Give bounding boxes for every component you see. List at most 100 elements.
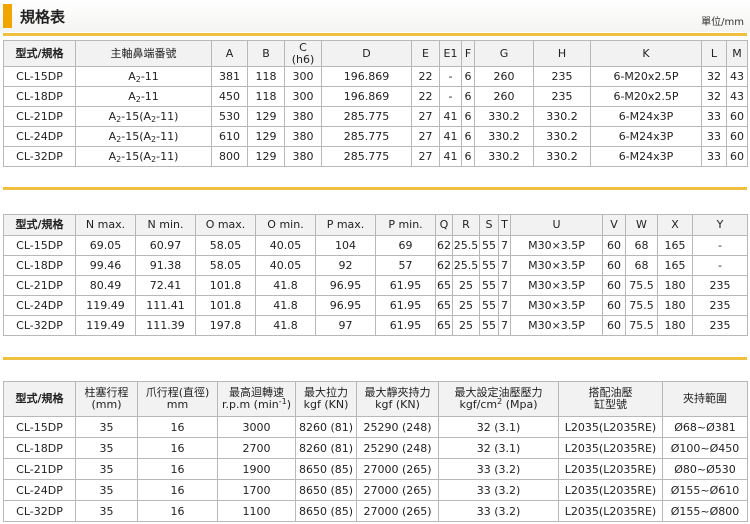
cell-max-speed: 1700 — [217, 479, 296, 501]
cell-model: CL-32DP — [3, 315, 76, 336]
table-row: CL-32DP 35 16 1100 8650 (85) 27000 (265)… — [3, 500, 748, 522]
cell-model: CL-24DP — [3, 295, 76, 316]
header-line: r.p.m (min — [221, 398, 279, 411]
cell-o-min: 40.05 — [255, 235, 316, 256]
cell-w: 68 — [625, 255, 658, 276]
cell-y: 235 — [692, 275, 748, 296]
cell-o-min: 41.8 — [255, 295, 316, 316]
cell-c: 300 — [284, 86, 322, 107]
title-accent-bar — [3, 4, 12, 28]
cell-y: 235 — [692, 295, 748, 316]
cell-p-min: 61.95 — [375, 315, 436, 336]
cell-d: 285.775 — [321, 146, 412, 167]
cell-a: 381 — [211, 66, 248, 87]
cell-plunger-stroke: 35 — [75, 416, 138, 438]
cell-max-pressure: 32 (3.1) — [438, 437, 559, 459]
cell-b: 118 — [247, 86, 285, 107]
cell-g: 330.2 — [474, 106, 534, 127]
cell-n-max: 69.05 — [75, 235, 136, 256]
cell-plunger-stroke: 35 — [75, 437, 138, 459]
cell-p-min: 61.95 — [375, 295, 436, 316]
col-header-y: Y — [692, 214, 748, 236]
cell-w: 75.5 — [625, 275, 658, 296]
col-header-t: T — [498, 214, 511, 236]
cell-g: 260 — [474, 66, 534, 87]
cell-d: 196.869 — [321, 66, 412, 87]
cell-model: CL-32DP — [3, 500, 76, 522]
spec-table-dimensions-1: 型式/規格 主軸鼻端番號 A B C (h6) D E E1 F G H K L … — [3, 40, 748, 167]
cell-o-min: 41.8 — [255, 275, 316, 296]
cell-u: M30×3.5P — [510, 255, 603, 276]
cell-model: CL-15DP — [3, 416, 76, 438]
cell-t: 7 — [498, 255, 511, 276]
col-header-b: B — [247, 40, 285, 67]
cell-q: 62 — [435, 255, 453, 276]
cell-cylinder: L2035(L2035RE) — [558, 437, 663, 459]
cell-max-pull: 8260 (81) — [295, 437, 357, 459]
page-title: 規格表 — [20, 8, 66, 26]
cell-max-pressure: 33 (3.2) — [438, 500, 559, 522]
cell-e: 27 — [411, 106, 440, 127]
spec-table-performance: 型式/規格 柱塞行程 (mm) 爪行程(直徑) mm 最高迴轉速 r.p.m (min… — [3, 381, 748, 522]
separator-line-1 — [3, 187, 747, 190]
col-header-u: U — [510, 214, 603, 236]
cell-k: 6-M20x2.5P — [590, 86, 702, 107]
cell-l: 33 — [701, 146, 727, 167]
cell-b: 129 — [247, 146, 285, 167]
col-header-d: D — [321, 40, 412, 67]
cell-e: 27 — [411, 146, 440, 167]
cell-s: 55 — [479, 235, 499, 256]
cell-max-pull: 8650 (85) — [295, 458, 357, 480]
col-header-p-min: P min. — [375, 214, 436, 236]
spindle-nose-part: -11 — [140, 90, 159, 103]
spindle-nose-part: A — [108, 130, 117, 143]
cell-model: CL-18DP — [3, 86, 76, 107]
cell-plunger-stroke: 35 — [75, 458, 138, 480]
cell-model: CL-24DP — [3, 479, 76, 501]
cell-l: 32 — [701, 86, 727, 107]
col-header-v: V — [602, 214, 626, 236]
cell-model: CL-24DP — [3, 126, 76, 147]
cell-q: 65 — [435, 295, 453, 316]
cell-f: 6 — [461, 106, 475, 127]
cell-w: 68 — [625, 235, 658, 256]
col-header-e1: E1 — [439, 40, 462, 67]
cell-v: 60 — [602, 235, 626, 256]
cell-x: 180 — [657, 275, 693, 296]
cell-model: CL-18DP — [3, 437, 76, 459]
cell-h: 235 — [533, 86, 591, 107]
cell-max-pull: 8260 (81) — [295, 416, 357, 438]
cell-h: 330.2 — [533, 126, 591, 147]
cell-e: 22 — [411, 66, 440, 87]
cell-d: 285.775 — [321, 126, 412, 147]
cell-p-max: 104 — [315, 235, 376, 256]
cell-spindle-nose: A2-15(A2-11) — [75, 106, 212, 127]
cell-cylinder: L2035(L2035RE) — [558, 500, 663, 522]
cell-grip-range: Ø68~Ø381 — [662, 416, 748, 438]
cell-y: - — [692, 255, 748, 276]
cell-jaw-stroke: 16 — [137, 437, 218, 459]
cell-v: 60 — [602, 275, 626, 296]
cell-cylinder: L2035(L2035RE) — [558, 458, 663, 480]
cell-max-static-grip: 27000 (265) — [356, 479, 439, 501]
cell-r: 25.5 — [452, 235, 480, 256]
cell-n-max: 119.49 — [75, 295, 136, 316]
cell-e1: 41 — [439, 106, 462, 127]
col-header-cylinder: 搭配油壓 缸型號 — [558, 381, 663, 417]
separator-line-top — [3, 33, 747, 36]
col-header-c-tolerance: (h6) — [291, 52, 315, 66]
cell-m: 43 — [726, 66, 748, 87]
spindle-nose-part: -11) — [156, 150, 179, 163]
cell-l: 33 — [701, 106, 727, 127]
cell-grip-range: Ø80~Ø530 — [662, 458, 748, 480]
col-header-p-max: P max. — [315, 214, 376, 236]
cell-n-min: 72.41 — [135, 275, 196, 296]
table-row: CL-18DP 35 16 2700 8260 (81) 25290 (248)… — [3, 437, 748, 459]
cell-o-min: 41.8 — [255, 315, 316, 336]
table-row: CL-32DP 119.49 111.39 197.8 41.8 97 61.9… — [3, 315, 748, 336]
table-header-row: 型式/規格 柱塞行程 (mm) 爪行程(直徑) mm 最高迴轉速 r.p.m (min… — [3, 381, 748, 417]
cell-k: 6-M24x3P — [590, 126, 702, 147]
cell-model: CL-21DP — [3, 275, 76, 296]
col-header-o-min: O min. — [255, 214, 316, 236]
cell-r: 25 — [452, 275, 480, 296]
